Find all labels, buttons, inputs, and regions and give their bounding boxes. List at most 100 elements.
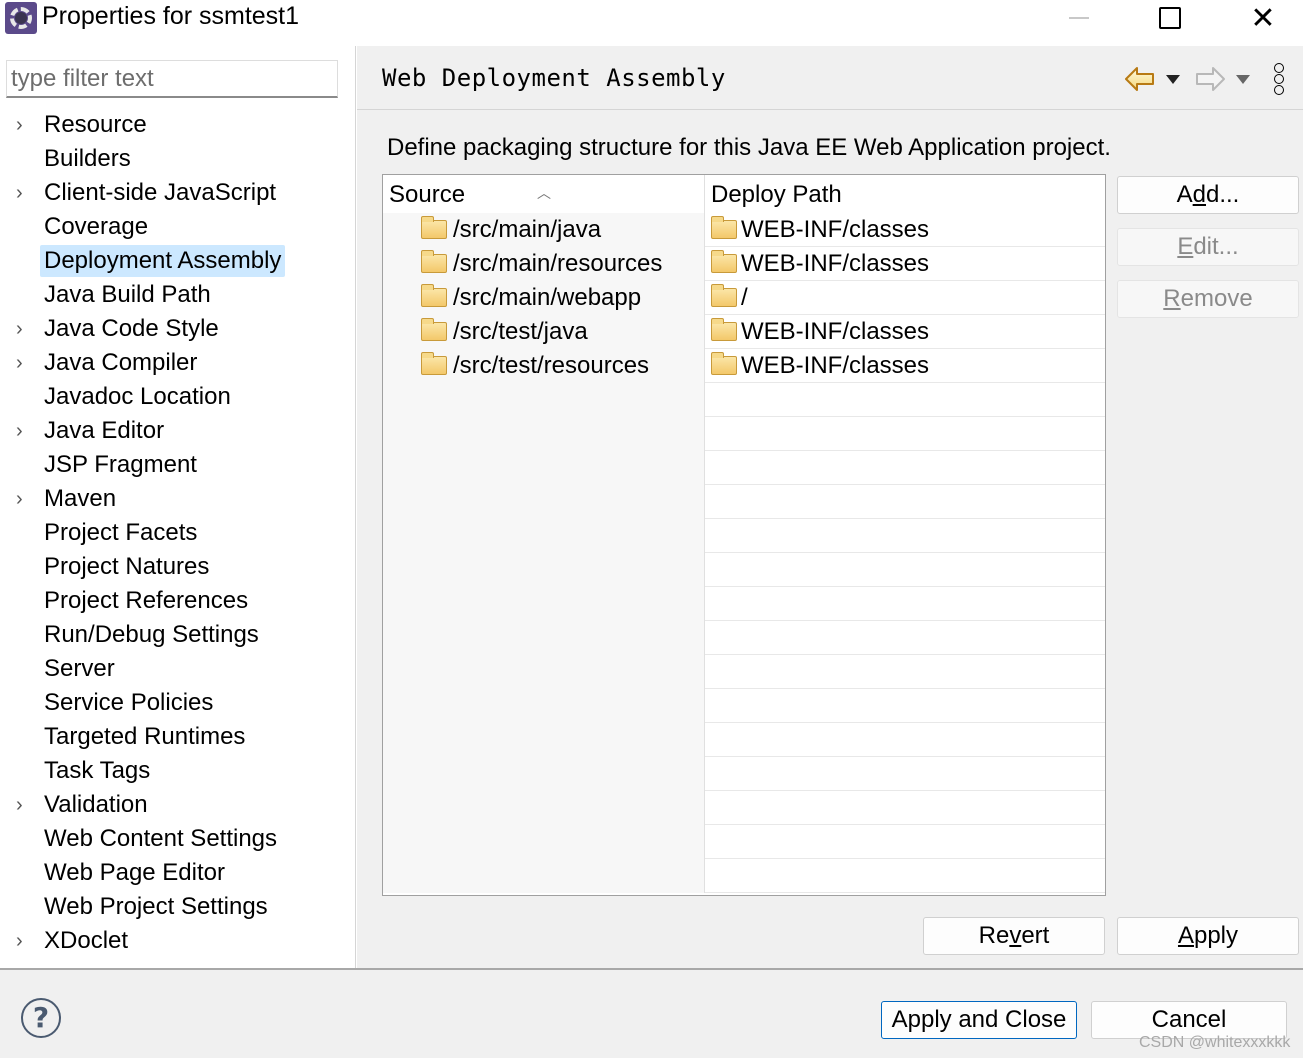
chevron-right-icon[interactable]: › [16, 346, 36, 380]
sidebar-item[interactable]: › Java Code Style [0, 312, 356, 346]
chevron-right-icon[interactable]: › [16, 924, 36, 958]
sidebar-item-label: Resource [44, 111, 147, 138]
revert-button[interactable]: Revert [923, 917, 1105, 955]
sidebar-item-label: Web Content Settings [44, 825, 278, 852]
sidebar-item-label: Java Build Path [44, 281, 211, 308]
empty-table-row [383, 417, 1105, 451]
sidebar-item[interactable]: Project Facets [0, 516, 356, 550]
dialog-footer: ? Apply and Close Cancel CSDN @whitexxxk… [0, 968, 1303, 1058]
chevron-right-icon[interactable]: › [16, 312, 36, 346]
table-body: /src/main/java WEB-INF/classes/src/main/r… [383, 213, 1105, 893]
source-cell [383, 485, 705, 519]
sidebar-item-label: Project Facets [44, 519, 198, 546]
folder-icon [710, 318, 737, 341]
deploy-path-cell: WEB-INF/classes [705, 349, 1105, 383]
sidebar-item[interactable]: JSP Fragment [0, 448, 356, 482]
deploy-path-cell [705, 485, 1105, 519]
deploy-path-cell [705, 451, 1105, 485]
sidebar-item[interactable]: Java Build Path [0, 278, 356, 312]
sidebar-item-label: Web Project Settings [44, 893, 268, 920]
sidebar-item[interactable]: Builders [0, 142, 356, 176]
sidebar-item[interactable]: Service Policies [0, 686, 356, 720]
forward-arrow-icon [1196, 67, 1225, 91]
sidebar-item-label: Client-side JavaScript [44, 179, 277, 206]
empty-table-row [383, 621, 1105, 655]
chevron-right-icon[interactable]: › [16, 414, 36, 448]
table-row[interactable]: /src/main/webapp / [383, 281, 1105, 315]
remove-button[interactable]: Remove [1117, 280, 1299, 318]
chevron-right-icon[interactable]: › [16, 788, 36, 822]
folder-icon [710, 284, 737, 307]
sidebar-item[interactable]: Web Content Settings [0, 822, 356, 856]
sidebar-item[interactable]: › Client-side JavaScript [0, 176, 356, 210]
sidebar-item[interactable]: Run/Debug Settings [0, 618, 356, 652]
minimize-button[interactable] [1056, 0, 1102, 36]
sidebar-item[interactable]: Web Project Settings [0, 890, 356, 924]
forward-button[interactable] [1193, 64, 1227, 94]
chevron-right-icon[interactable]: › [16, 482, 36, 516]
deploy-path-cell [705, 757, 1105, 791]
close-icon: ✕ [1250, 0, 1276, 36]
sidebar-item[interactable]: › Java Compiler [0, 346, 356, 380]
sidebar-item-label: Deployment Assembly [40, 245, 286, 277]
edit-button[interactable]: Edit... [1117, 228, 1299, 266]
sidebar-item[interactable]: › Resource [0, 108, 356, 142]
sidebar-item[interactable]: Coverage [0, 210, 356, 244]
help-button[interactable]: ? [21, 998, 61, 1038]
sidebar-item[interactable]: › Maven [0, 482, 356, 516]
sidebar-item[interactable]: Server [0, 652, 356, 686]
sidebar-item[interactable]: Deployment Assembly [0, 244, 356, 278]
sidebar-item[interactable]: › XDoclet [0, 924, 356, 958]
window-title: Properties for ssmtest1 [42, 2, 300, 30]
sidebar-item[interactable]: › Validation [0, 788, 356, 822]
sidebar-item[interactable]: Web Page Editor [0, 856, 356, 890]
sidebar-item[interactable]: Targeted Runtimes [0, 720, 356, 754]
table-row[interactable]: /src/test/java WEB-INF/classes [383, 315, 1105, 349]
sidebar-item[interactable]: Project References [0, 584, 356, 618]
cell-text: WEB-INF/classes [741, 352, 930, 379]
deploy-path-cell: WEB-INF/classes [705, 315, 1105, 349]
sidebar-item-label: Maven [44, 485, 117, 512]
forward-history-dropdown[interactable] [1233, 64, 1253, 94]
add-button[interactable]: Add... [1117, 176, 1299, 214]
source-cell [383, 655, 705, 689]
sidebar-item-label: Task Tags [44, 757, 151, 784]
sidebar-item[interactable]: › Java Editor [0, 414, 356, 448]
back-button[interactable] [1123, 64, 1157, 94]
view-menu-button[interactable] [1267, 63, 1291, 95]
deploy-path-cell: WEB-INF/classes [705, 247, 1105, 281]
close-button[interactable]: ✕ [1240, 0, 1286, 36]
column-header-label: Deploy Path [711, 181, 842, 208]
dropdown-triangle-icon [1166, 74, 1180, 84]
apply-and-close-button[interactable]: Apply and Close [881, 1001, 1077, 1039]
sidebar-item-label: Web Page Editor [44, 859, 225, 886]
cell-text: /src/main/java [453, 216, 602, 243]
sidebar-item[interactable]: Javadoc Location [0, 380, 356, 414]
cell-text: / [741, 284, 748, 311]
source-cell: /src/main/resources [383, 247, 705, 281]
chevron-right-icon[interactable]: › [16, 108, 36, 142]
deploy-path-cell [705, 723, 1105, 757]
table-row[interactable]: /src/main/resources WEB-INF/classes [383, 247, 1105, 281]
source-cell [383, 553, 705, 587]
maximize-button[interactable] [1147, 0, 1193, 36]
sidebar-item[interactable]: Project Natures [0, 550, 356, 584]
deploy-path-cell [705, 859, 1105, 893]
apply-button[interactable]: Apply [1117, 917, 1299, 955]
table-row[interactable]: /src/test/resources WEB-INF/classes [383, 349, 1105, 383]
filter-input[interactable] [6, 60, 338, 98]
back-history-dropdown[interactable] [1163, 64, 1183, 94]
deployment-table[interactable]: Source ︿ Deploy Path /src/main/java WEB-I… [382, 174, 1106, 896]
column-header-source[interactable]: Source ︿ [383, 175, 705, 213]
sidebar-item[interactable]: Task Tags [0, 754, 356, 788]
title-bar: Properties for ssmtest1 ✕ [0, 0, 1303, 46]
source-cell [383, 723, 705, 757]
column-header-deploy-path[interactable]: Deploy Path [705, 175, 1105, 213]
empty-table-row [383, 859, 1105, 893]
source-cell [383, 417, 705, 451]
chevron-right-icon[interactable]: › [16, 176, 36, 210]
back-arrow-icon [1125, 67, 1154, 91]
dropdown-triangle-icon [1236, 74, 1250, 84]
deploy-path-cell [705, 689, 1105, 723]
table-row[interactable]: /src/main/java WEB-INF/classes [383, 213, 1105, 247]
